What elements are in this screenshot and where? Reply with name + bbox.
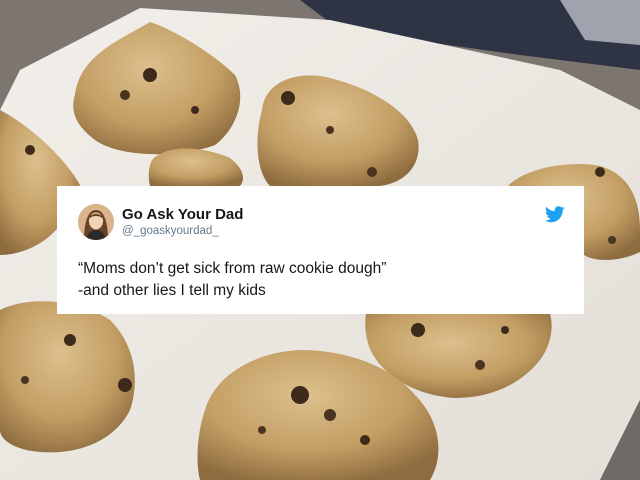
tweet-author: Go Ask Your Dad @_goaskyourdad_ — [78, 204, 564, 240]
twitter-handle: @_goaskyourdad_ — [122, 225, 219, 238]
tweet-card: Go Ask Your Dad @_goaskyourdad_ “Moms do… — [57, 186, 584, 314]
twitter-bird-icon — [545, 206, 565, 223]
tweet-line: “Moms don’t get sick from raw cookie dou… — [78, 260, 387, 277]
tweet-text: “Moms don’t get sick from raw cookie dou… — [78, 258, 564, 302]
meme-image: Go Ask Your Dad @_goaskyourdad_ “Moms do… — [0, 0, 640, 480]
tweet-line: -and other lies I tell my kids — [78, 282, 266, 299]
display-name: Go Ask Your Dad — [122, 206, 244, 224]
avatar — [78, 204, 114, 240]
